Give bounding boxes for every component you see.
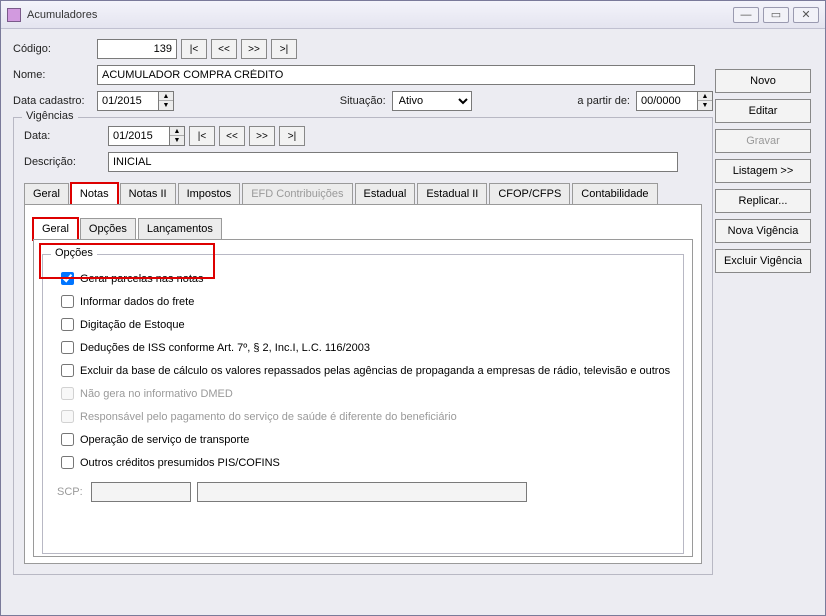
nav-prev-button[interactable]: << — [211, 39, 237, 59]
vigencias-group: Vigências Data: ▲▼ |< << >> >| Descrição… — [13, 117, 713, 575]
chk-gerar-parcelas[interactable] — [61, 272, 74, 285]
tab-cfop[interactable]: CFOP/CFPS — [489, 183, 570, 205]
descricao-input[interactable] — [108, 152, 678, 172]
a-partir-de-label: a partir de: — [577, 95, 630, 107]
tab-impostos[interactable]: Impostos — [178, 183, 241, 205]
excluir-vigencia-button[interactable]: Excluir Vigência — [715, 249, 811, 273]
subtab-geral[interactable]: Geral — [33, 218, 78, 240]
chk-outros-creditos[interactable] — [61, 456, 74, 469]
a-partir-de-input[interactable] — [636, 91, 698, 111]
main-tab-panel: Geral Opções Lançamentos Opções Gerar pa… — [24, 204, 702, 564]
app-window: Acumuladores — ▭ ✕ Código: |< << >> >| N… — [0, 0, 826, 616]
subtab-lancamentos[interactable]: Lançamentos — [138, 218, 222, 240]
tab-notas2[interactable]: Notas II — [120, 183, 176, 205]
chk-informar-frete[interactable] — [61, 295, 74, 308]
vig-nav-prev-button[interactable]: << — [219, 126, 245, 146]
data-cadastro-label: Data cadastro: — [13, 95, 97, 107]
gravar-button: Gravar — [715, 129, 811, 153]
data-cadastro-spinner[interactable]: ▲▼ — [159, 91, 174, 111]
subtab-opcoes[interactable]: Opções — [80, 218, 136, 240]
codigo-input[interactable] — [97, 39, 177, 59]
lbl-operacao-transporte: Operação de serviço de transporte — [80, 434, 249, 446]
sub-tab-panel: Opções Gerar parcelas nas notas Informar… — [33, 239, 693, 557]
nav-last-button[interactable]: >| — [271, 39, 297, 59]
situacao-select[interactable]: Ativo — [392, 91, 472, 111]
chk-operacao-transporte[interactable] — [61, 433, 74, 446]
tab-efd: EFD Contribuições — [242, 183, 352, 205]
scp-code-input — [91, 482, 191, 502]
vig-nav-last-button[interactable]: >| — [279, 126, 305, 146]
minimize-button[interactable]: — — [733, 7, 759, 23]
nav-first-button[interactable]: |< — [181, 39, 207, 59]
tab-notas[interactable]: Notas — [71, 183, 118, 205]
novo-button[interactable]: Novo — [715, 69, 811, 93]
chk-nao-gera-dmed — [61, 387, 74, 400]
lbl-responsavel-saude: Responsável pelo pagamento do serviço de… — [80, 411, 457, 423]
vigencias-legend: Vigências — [22, 110, 78, 122]
vig-nav-first-button[interactable]: |< — [189, 126, 215, 146]
tab-contabilidade[interactable]: Contabilidade — [572, 183, 657, 205]
nome-label: Nome: — [13, 69, 97, 81]
app-icon — [7, 8, 21, 22]
tab-estadual[interactable]: Estadual — [355, 183, 416, 205]
chk-excluir-base[interactable] — [61, 364, 74, 377]
vigencia-data-spinner[interactable]: ▲▼ — [170, 126, 185, 146]
scp-label: SCP: — [57, 486, 83, 498]
chk-responsavel-saude — [61, 410, 74, 423]
data-cadastro-input[interactable] — [97, 91, 159, 111]
action-buttons: Novo Editar Gravar Listagem >> Replicar.… — [715, 69, 811, 273]
chk-deducoes-iss[interactable] — [61, 341, 74, 354]
replicar-button[interactable]: Replicar... — [715, 189, 811, 213]
titlebar: Acumuladores — ▭ ✕ — [1, 1, 825, 29]
lbl-digitacao-estoque: Digitação de Estoque — [80, 319, 185, 331]
sub-tabs: Geral Opções Lançamentos — [33, 217, 693, 239]
chk-digitacao-estoque[interactable] — [61, 318, 74, 331]
situacao-label: Situação: — [340, 95, 386, 107]
vig-nav-next-button[interactable]: >> — [249, 126, 275, 146]
lbl-excluir-base: Excluir da base de cálculo os valores re… — [80, 365, 670, 377]
opcoes-group: Opções Gerar parcelas nas notas Informar… — [42, 254, 684, 554]
main-tabs: Geral Notas Notas II Impostos EFD Contri… — [24, 182, 702, 204]
vigencia-data-label: Data: — [24, 130, 108, 142]
nav-next-button[interactable]: >> — [241, 39, 267, 59]
window-title: Acumuladores — [27, 9, 97, 21]
descricao-label: Descrição: — [24, 156, 108, 168]
lbl-informar-frete: Informar dados do frete — [80, 296, 194, 308]
editar-button[interactable]: Editar — [715, 99, 811, 123]
tab-geral[interactable]: Geral — [24, 183, 69, 205]
listagem-button[interactable]: Listagem >> — [715, 159, 811, 183]
tab-estadual2[interactable]: Estadual II — [417, 183, 487, 205]
close-button[interactable]: ✕ — [793, 7, 819, 23]
nova-vigencia-button[interactable]: Nova Vigência — [715, 219, 811, 243]
a-partir-de-spinner[interactable]: ▲▼ — [698, 91, 713, 111]
maximize-button[interactable]: ▭ — [763, 7, 789, 23]
lbl-outros-creditos: Outros créditos presumidos PIS/COFINS — [80, 457, 280, 469]
vigencia-data-input[interactable] — [108, 126, 170, 146]
codigo-label: Código: — [13, 43, 97, 55]
lbl-deducoes-iss: Deduções de ISS conforme Art. 7º, § 2, I… — [80, 342, 370, 354]
scp-desc-input — [197, 482, 527, 502]
opcoes-legend: Opções — [51, 247, 97, 259]
nome-input[interactable] — [97, 65, 695, 85]
lbl-gerar-parcelas: Gerar parcelas nas notas — [80, 273, 204, 285]
lbl-nao-gera-dmed: Não gera no informativo DMED — [80, 388, 233, 400]
